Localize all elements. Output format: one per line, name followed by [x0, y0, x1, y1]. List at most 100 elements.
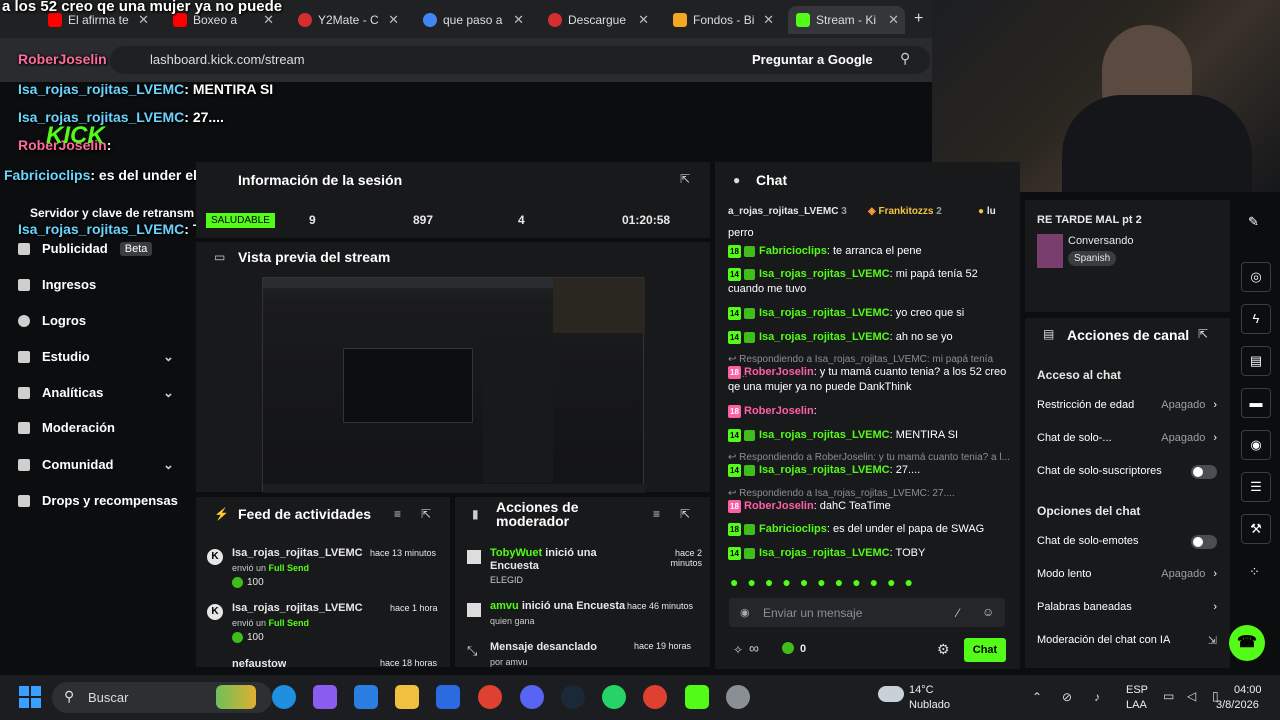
chat-username[interactable]: Isa_rojas_rojitas_LVEMC	[759, 331, 890, 343]
kick-logo[interactable]: KICK	[46, 122, 105, 150]
browser-tab[interactable]: que paso a ✕	[415, 6, 530, 34]
location-off-icon[interactable]: ⊘	[1062, 690, 1072, 704]
support-button[interactable]: ☎	[1229, 625, 1265, 661]
stream-category[interactable]: Conversando	[1068, 235, 1133, 247]
url-text[interactable]: lashboard.kick.com/stream	[150, 52, 305, 67]
close-tab-icon[interactable]: ✕	[638, 12, 649, 28]
close-tab-icon[interactable]: ✕	[888, 12, 899, 28]
category-thumbnail[interactable]	[1037, 234, 1063, 268]
nav-publicidad[interactable]: Publicidad Beta	[18, 241, 153, 256]
lang-code[interactable]: ESP	[1126, 684, 1148, 696]
browser-tab[interactable]: Y2Mate - C ✕	[290, 6, 405, 34]
chat-message[interactable]: perro	[728, 226, 1013, 241]
ask-google-button[interactable]: Preguntar a Google	[752, 52, 873, 67]
microphone-icon[interactable]: ♪	[1094, 690, 1100, 704]
chat-username[interactable]: RoberJoselin	[744, 405, 814, 417]
copilot-icon[interactable]	[313, 685, 337, 709]
slash-icon[interactable]: ⁄	[957, 606, 959, 620]
stream-preview-image[interactable]	[262, 277, 645, 493]
taskbar-search-text[interactable]: Buscar	[88, 690, 128, 705]
chat-icon[interactable]: ▬	[1241, 388, 1271, 418]
dots-icon[interactable]: ⁘	[1249, 564, 1260, 580]
filter-icon[interactable]: ≡	[394, 507, 401, 521]
bolt-icon[interactable]: ϟ	[1241, 304, 1271, 334]
weather-desc[interactable]: Nublado	[909, 699, 950, 711]
whatsapp-icon[interactable]	[602, 685, 626, 709]
chat-message[interactable]: 18 RoberJoselin: dahC TeaTime	[728, 499, 1013, 514]
channel-setting-row[interactable]: Chat de solo-suscriptores	[1037, 465, 1217, 479]
close-tab-icon[interactable]: ✕	[513, 12, 524, 28]
close-tab-icon[interactable]: ✕	[763, 12, 774, 28]
chat-username[interactable]: RoberJoselin	[744, 500, 814, 512]
browser-tab[interactable]: Descargue ✕	[540, 6, 655, 34]
chat-message[interactable]: 18 RoberJoselin: y tu mamá cuanto tenia? …	[728, 365, 1013, 395]
filter-icon[interactable]: ≡	[653, 507, 660, 521]
expand-icon[interactable]: ⇱	[680, 172, 690, 186]
broadcast-icon[interactable]: ◉	[1241, 430, 1271, 460]
search-icon[interactable]: ⚲	[900, 50, 910, 67]
channel-setting-row[interactable]: Chat de solo-... Apagado ›	[1037, 432, 1217, 444]
obs-icon[interactable]	[643, 685, 667, 709]
chat-message[interactable]: 14 Isa_rojas_rojitas_LVEMC: ah no se yo	[728, 330, 1013, 345]
chat-input-placeholder[interactable]: Enviar un mensaje	[763, 606, 862, 620]
nav-logros[interactable]: Logros	[18, 313, 86, 328]
expand-icon[interactable]: ⇱	[1198, 327, 1208, 341]
edit-icon[interactable]: ✎	[1248, 214, 1259, 230]
clock-date[interactable]: 3/8/2026	[1216, 699, 1259, 711]
chat-message[interactable]: 18 Fabricioclips: es del under el papa de…	[728, 522, 1013, 537]
nav-comunidad[interactable]: Comunidad ⌄	[18, 457, 188, 472]
chat-message[interactable]: 14 Isa_rojas_rojitas_LVEMC: TOBY	[728, 546, 1013, 561]
camera-icon[interactable]: ◎	[1241, 262, 1271, 292]
expand-icon[interactable]: ⇱	[680, 507, 690, 521]
expand-icon[interactable]: ⇱	[421, 507, 431, 521]
emote-bar[interactable]: ●●●●●●●●●●●	[730, 574, 1010, 590]
steam-icon[interactable]	[561, 685, 585, 709]
browser-tab-active[interactable]: Stream - Ki ✕	[788, 6, 905, 34]
chat-username[interactable]: Fabricioclips	[759, 523, 827, 535]
lang-layout[interactable]: LAA	[1126, 699, 1147, 711]
chat-username[interactable]: Isa_rojas_rojitas_LVEMC	[759, 547, 890, 559]
external-link-icon[interactable]: ⇲	[1208, 634, 1217, 647]
windows-start-icon[interactable]	[19, 686, 41, 708]
chat-message[interactable]: 18 Fabricioclips: te arranca el pene	[728, 244, 1013, 259]
store-icon[interactable]	[436, 685, 460, 709]
chrome-icon[interactable]	[478, 685, 502, 709]
nav-drops[interactable]: Drops y recompensas	[18, 493, 178, 508]
chat-message[interactable]: 14 Isa_rojas_rojitas_LVEMC: 27....	[728, 463, 1013, 478]
chat-username[interactable]: Isa_rojas_rojitas_LVEMC	[759, 429, 890, 441]
servidor-label[interactable]: Servidor y clave de retransm	[30, 206, 194, 220]
chat-username[interactable]: Fabricioclips	[759, 245, 827, 257]
wrench-icon[interactable]: ⚒	[1241, 514, 1271, 544]
clock-time[interactable]: 04:00	[1234, 684, 1262, 696]
display-icon[interactable]: ▭	[1163, 689, 1174, 703]
nav-estudio[interactable]: Estudio ⌄	[18, 349, 188, 364]
chat-message[interactable]: 14 Isa_rojas_rojitas_LVEMC: yo creo que s…	[728, 306, 1013, 321]
browser-tab[interactable]: Fondos - Bi ✕	[665, 6, 780, 34]
new-tab-button[interactable]: +	[914, 10, 923, 28]
channel-setting-row[interactable]: Palabras baneadas ›	[1037, 601, 1217, 613]
nav-analiticas[interactable]: Analíticas ⌄	[18, 385, 188, 400]
kick-app-icon[interactable]	[685, 685, 709, 709]
chat-username[interactable]: Isa_rojas_rojitas_LVEMC	[759, 268, 890, 280]
document-icon[interactable]: ▤	[1241, 346, 1271, 376]
channel-setting-row[interactable]: Modo lento Apagado ›	[1037, 568, 1217, 580]
stack-icon[interactable]: ☰	[1241, 472, 1271, 502]
outlook-icon[interactable]	[354, 685, 378, 709]
weather-temp[interactable]: 14°C	[909, 684, 934, 696]
close-tab-icon[interactable]: ✕	[388, 12, 399, 28]
points-icon[interactable]: ✧	[733, 643, 743, 657]
emoji-icon[interactable]: ☺	[982, 605, 994, 619]
toggle-switch[interactable]	[1191, 535, 1217, 549]
chat-message[interactable]: 18 RoberJoselin:	[728, 404, 1013, 419]
settings-icon[interactable]	[726, 685, 750, 709]
gear-icon[interactable]: ⚙	[937, 641, 950, 658]
edge-icon[interactable]	[272, 685, 296, 709]
nav-moderacion[interactable]: Moderación	[18, 420, 115, 435]
chevron-up-icon[interactable]: ⌃	[1032, 690, 1042, 704]
chat-message[interactable]: 14 Isa_rojas_rojitas_LVEMC: mi papá tenía…	[728, 267, 1013, 297]
channel-setting-row[interactable]: Restricción de edad Apagado ›	[1037, 399, 1217, 411]
chat-message[interactable]: 14 Isa_rojas_rojitas_LVEMC: MENTIRA SI	[728, 428, 1013, 443]
feed-user[interactable]: Isa_rojas_rojitas_LVEMC	[232, 602, 363, 614]
volume-icon[interactable]: ◁	[1187, 689, 1196, 703]
chat-username[interactable]: RoberJoselin	[744, 366, 814, 378]
